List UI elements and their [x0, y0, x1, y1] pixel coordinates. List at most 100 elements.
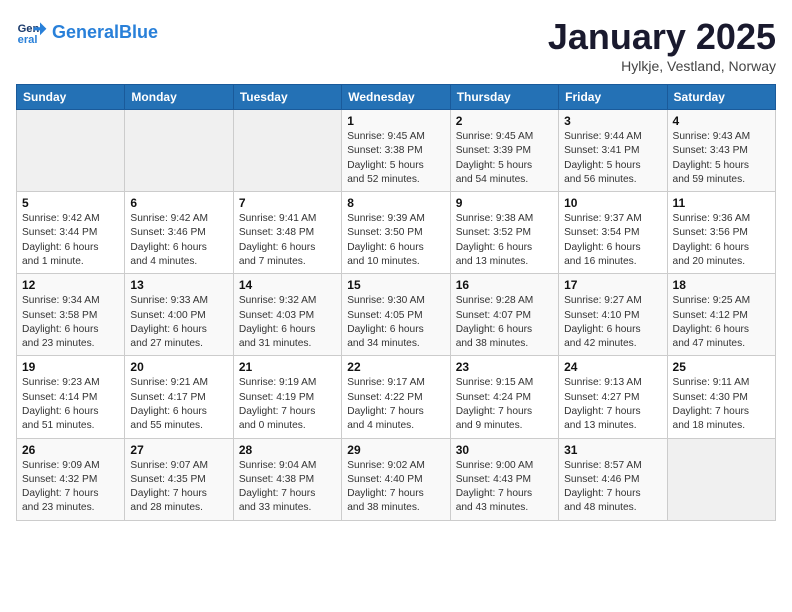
day-info: Sunrise: 9:02 AM Sunset: 4:40 PM Dayligh…	[347, 459, 444, 516]
calendar-header-tuesday: Tuesday	[233, 85, 341, 110]
day-info: Sunrise: 9:04 AM Sunset: 4:38 PM Dayligh…	[239, 459, 336, 516]
day-number: 3	[564, 114, 661, 128]
day-info: Sunrise: 9:25 AM Sunset: 4:12 PM Dayligh…	[673, 294, 770, 351]
logo-text: GeneralBlue	[52, 23, 158, 41]
calendar-cell: 31Sunrise: 8:57 AM Sunset: 4:46 PM Dayli…	[559, 438, 667, 520]
day-info: Sunrise: 9:33 AM Sunset: 4:00 PM Dayligh…	[130, 294, 227, 351]
calendar-cell: 11Sunrise: 9:36 AM Sunset: 3:56 PM Dayli…	[667, 192, 775, 274]
day-number: 15	[347, 278, 444, 292]
calendar-cell: 22Sunrise: 9:17 AM Sunset: 4:22 PM Dayli…	[342, 356, 450, 438]
day-info: Sunrise: 9:15 AM Sunset: 4:24 PM Dayligh…	[456, 376, 553, 433]
calendar-table: SundayMondayTuesdayWednesdayThursdayFrid…	[16, 84, 776, 521]
calendar-cell: 25Sunrise: 9:11 AM Sunset: 4:30 PM Dayli…	[667, 356, 775, 438]
calendar-cell: 15 Sunrise: 9:30 AM Sunset: 4:05 PM Dayli…	[342, 274, 450, 356]
logo-icon: Gen eral	[16, 16, 48, 48]
day-number: 12	[22, 278, 119, 292]
calendar-cell: 9 Sunrise: 9:38 AM Sunset: 3:52 PM Daylig…	[450, 192, 558, 274]
day-info: Sunrise: 9:27 AM Sunset: 4:10 PM Dayligh…	[564, 294, 661, 351]
calendar-cell: 26Sunrise: 9:09 AM Sunset: 4:32 PM Dayli…	[17, 438, 125, 520]
day-number: 25	[673, 360, 770, 374]
calendar-cell: 14Sunrise: 9:32 AM Sunset: 4:03 PM Dayli…	[233, 274, 341, 356]
calendar-cell: 18Sunrise: 9:25 AM Sunset: 4:12 PM Dayli…	[667, 274, 775, 356]
day-info: Sunrise: 9:44 AM Sunset: 3:41 PM Dayligh…	[564, 130, 661, 187]
day-number: 9	[456, 196, 553, 210]
calendar-cell	[17, 110, 125, 192]
calendar-cell: 19 Sunrise: 9:23 AM Sunset: 4:14 PM Dayli…	[17, 356, 125, 438]
day-number: 19	[22, 360, 119, 374]
day-info: Sunrise: 9:28 AM Sunset: 4:07 PM Dayligh…	[456, 294, 553, 351]
calendar-cell: 6Sunrise: 9:42 AM Sunset: 3:46 PM Daylig…	[125, 192, 233, 274]
day-number: 13	[130, 278, 227, 292]
day-number: 4	[673, 114, 770, 128]
month-title: January 2025	[548, 16, 776, 58]
day-info: Sunrise: 9:38 AM Sunset: 3:52 PM Dayligh…	[456, 212, 553, 269]
calendar-cell: 24 Sunrise: 9:13 AM Sunset: 4:27 PM Dayli…	[559, 356, 667, 438]
day-number: 14	[239, 278, 336, 292]
calendar-cell: 13 Sunrise: 9:33 AM Sunset: 4:00 PM Dayli…	[125, 274, 233, 356]
calendar-week-1: 1Sunrise: 9:45 AM Sunset: 3:38 PM Daylig…	[17, 110, 776, 192]
calendar-header-monday: Monday	[125, 85, 233, 110]
day-info: Sunrise: 9:17 AM Sunset: 4:22 PM Dayligh…	[347, 376, 444, 433]
calendar-cell: 1Sunrise: 9:45 AM Sunset: 3:38 PM Daylig…	[342, 110, 450, 192]
day-number: 21	[239, 360, 336, 374]
logo: Gen eral GeneralBlue	[16, 16, 158, 48]
calendar-header-wednesday: Wednesday	[342, 85, 450, 110]
day-number: 24	[564, 360, 661, 374]
day-number: 17	[564, 278, 661, 292]
calendar-cell: 20Sunrise: 9:21 AM Sunset: 4:17 PM Dayli…	[125, 356, 233, 438]
day-info: Sunrise: 9:42 AM Sunset: 3:44 PM Dayligh…	[22, 212, 119, 269]
day-number: 5	[22, 196, 119, 210]
day-info: Sunrise: 8:57 AM Sunset: 4:46 PM Dayligh…	[564, 459, 661, 516]
calendar-cell: 10Sunrise: 9:37 AM Sunset: 3:54 PM Dayli…	[559, 192, 667, 274]
day-number: 20	[130, 360, 227, 374]
logo-general: General	[52, 22, 119, 42]
calendar-cell: 7Sunrise: 9:41 AM Sunset: 3:48 PM Daylig…	[233, 192, 341, 274]
day-info: Sunrise: 9:45 AM Sunset: 3:39 PM Dayligh…	[456, 130, 553, 187]
calendar-cell: 3 Sunrise: 9:44 AM Sunset: 3:41 PM Daylig…	[559, 110, 667, 192]
day-info: Sunrise: 9:19 AM Sunset: 4:19 PM Dayligh…	[239, 376, 336, 433]
calendar-cell: 28 Sunrise: 9:04 AM Sunset: 4:38 PM Dayli…	[233, 438, 341, 520]
calendar-cell: 29 Sunrise: 9:02 AM Sunset: 4:40 PM Dayli…	[342, 438, 450, 520]
day-number: 28	[239, 443, 336, 457]
day-number: 2	[456, 114, 553, 128]
day-info: Sunrise: 9:23 AM Sunset: 4:14 PM Dayligh…	[22, 376, 119, 433]
calendar-header-thursday: Thursday	[450, 85, 558, 110]
day-info: Sunrise: 9:34 AM Sunset: 3:58 PM Dayligh…	[22, 294, 119, 351]
day-number: 7	[239, 196, 336, 210]
location-subtitle: Hylkje, Vestland, Norway	[548, 58, 776, 74]
calendar-cell	[667, 438, 775, 520]
day-number: 6	[130, 196, 227, 210]
day-number: 27	[130, 443, 227, 457]
day-info: Sunrise: 9:00 AM Sunset: 4:43 PM Dayligh…	[456, 459, 553, 516]
calendar-cell: 21 Sunrise: 9:19 AM Sunset: 4:19 PM Dayli…	[233, 356, 341, 438]
calendar-week-4: 19 Sunrise: 9:23 AM Sunset: 4:14 PM Dayli…	[17, 356, 776, 438]
calendar-cell	[125, 110, 233, 192]
page-header: Gen eral GeneralBlue January 2025 Hylkje…	[16, 16, 776, 74]
day-number: 16	[456, 278, 553, 292]
calendar-header-row: SundayMondayTuesdayWednesdayThursdayFrid…	[17, 85, 776, 110]
day-info: Sunrise: 9:09 AM Sunset: 4:32 PM Dayligh…	[22, 459, 119, 516]
calendar-header-sunday: Sunday	[17, 85, 125, 110]
title-block: January 2025 Hylkje, Vestland, Norway	[548, 16, 776, 74]
calendar-cell	[233, 110, 341, 192]
day-number: 8	[347, 196, 444, 210]
calendar-header-saturday: Saturday	[667, 85, 775, 110]
day-number: 23	[456, 360, 553, 374]
day-info: Sunrise: 9:45 AM Sunset: 3:38 PM Dayligh…	[347, 130, 444, 187]
day-number: 10	[564, 196, 661, 210]
day-info: Sunrise: 9:30 AM Sunset: 4:05 PM Dayligh…	[347, 294, 444, 351]
calendar-cell: 16 Sunrise: 9:28 AM Sunset: 4:07 PM Dayli…	[450, 274, 558, 356]
calendar-cell: 2 Sunrise: 9:45 AM Sunset: 3:39 PM Daylig…	[450, 110, 558, 192]
calendar-cell: 17 Sunrise: 9:27 AM Sunset: 4:10 PM Dayli…	[559, 274, 667, 356]
calendar-week-5: 26Sunrise: 9:09 AM Sunset: 4:32 PM Dayli…	[17, 438, 776, 520]
day-info: Sunrise: 9:39 AM Sunset: 3:50 PM Dayligh…	[347, 212, 444, 269]
calendar-cell: 27 Sunrise: 9:07 AM Sunset: 4:35 PM Dayli…	[125, 438, 233, 520]
calendar-week-3: 12 Sunrise: 9:34 AM Sunset: 3:58 PM Dayli…	[17, 274, 776, 356]
day-info: Sunrise: 9:36 AM Sunset: 3:56 PM Dayligh…	[673, 212, 770, 269]
day-number: 29	[347, 443, 444, 457]
day-info: Sunrise: 9:07 AM Sunset: 4:35 PM Dayligh…	[130, 459, 227, 516]
day-info: Sunrise: 9:13 AM Sunset: 4:27 PM Dayligh…	[564, 376, 661, 433]
calendar-cell: 8 Sunrise: 9:39 AM Sunset: 3:50 PM Daylig…	[342, 192, 450, 274]
calendar-cell: 5 Sunrise: 9:42 AM Sunset: 3:44 PM Daylig…	[17, 192, 125, 274]
logo-blue: Blue	[119, 22, 158, 42]
